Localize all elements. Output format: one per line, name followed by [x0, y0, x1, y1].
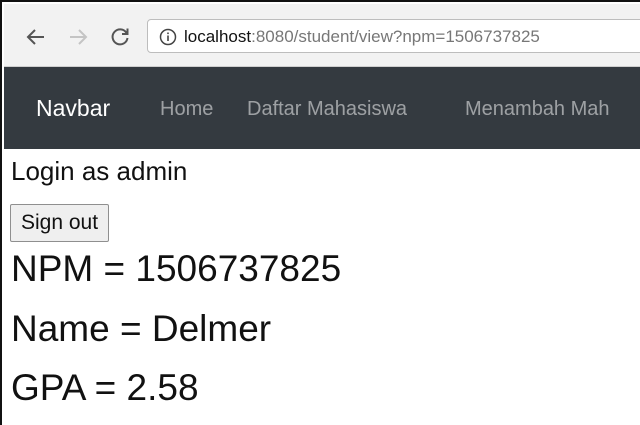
url-text: localhost:8080/student/view?npm=15067378… [184, 26, 540, 48]
url-host: localhost [184, 27, 252, 46]
reload-button[interactable] [108, 25, 132, 49]
npm-value: NPM = 1506737825 [11, 248, 342, 289]
reload-icon [111, 28, 129, 46]
login-status-text: Login as admin [11, 156, 188, 186]
app-navbar: Navbar Home Daftar Mahasiswa Menambah Ma… [4, 67, 640, 149]
nav-link-home[interactable]: Home [160, 97, 213, 121]
arrow-left-icon [26, 29, 44, 45]
nav-link-menambah-mahasiswa[interactable]: Menambah Mah [465, 97, 610, 121]
name-value: Name = Delmer [11, 308, 272, 349]
nav-link-daftar-mahasiswa[interactable]: Daftar Mahasiswa [247, 97, 407, 121]
forward-button[interactable] [66, 25, 90, 49]
back-button[interactable] [24, 25, 48, 49]
arrow-right-icon [70, 29, 88, 45]
address-bar[interactable]: localhost:8080/student/view?npm=15067378… [147, 19, 640, 53]
info-icon[interactable] [159, 28, 177, 46]
sign-out-button[interactable]: Sign out [10, 204, 110, 242]
navbar-brand[interactable]: Navbar [36, 94, 110, 122]
browser-window: localhost:8080/student/view?npm=15067378… [0, 0, 640, 425]
browser-toolbar: localhost:8080/student/view?npm=15067378… [4, 4, 640, 67]
gpa-value: GPA = 2.58 [11, 367, 199, 408]
url-path: :8080/student/view?npm=1506737825 [251, 27, 540, 46]
